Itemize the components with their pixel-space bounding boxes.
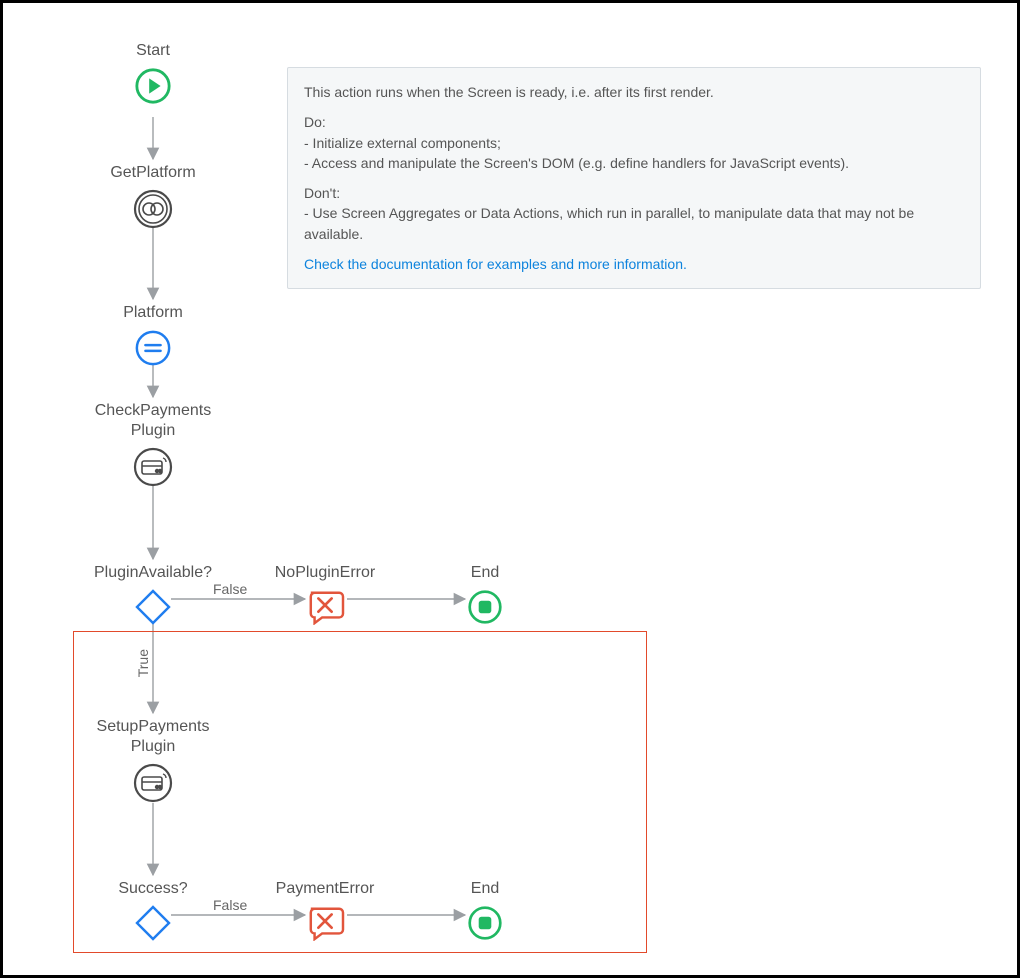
help-intro: This action runs when the Screen is read… xyxy=(304,82,964,102)
node-end-top[interactable]: End xyxy=(455,563,515,625)
help-dont-item: - Use Screen Aggregates or Data Actions,… xyxy=(304,205,914,241)
node-label: Success? xyxy=(111,879,195,899)
decision-diamond-icon xyxy=(135,589,171,625)
overlap-circles-icon xyxy=(133,189,173,229)
node-end-bottom[interactable]: End xyxy=(455,879,515,941)
decision-diamond-icon xyxy=(135,905,171,941)
flow-canvas[interactable]: Start GetPlatform Platform xyxy=(3,3,1017,975)
node-label: End xyxy=(455,563,515,583)
error-message-icon xyxy=(305,589,345,625)
node-label: End xyxy=(455,879,515,899)
edge-label-false-2: False xyxy=(213,897,247,913)
edge-label-true: True xyxy=(135,649,151,677)
node-setup-payments-plugin[interactable]: SetupPayments Plugin xyxy=(83,717,223,803)
node-check-payments-plugin[interactable]: CheckPayments Plugin xyxy=(83,401,223,487)
card-circle-icon xyxy=(133,763,173,803)
node-label: CheckPayments Plugin xyxy=(83,401,223,441)
node-plugin-available[interactable]: PluginAvailable? xyxy=(85,563,221,625)
node-platform[interactable]: Platform xyxy=(103,303,203,367)
node-get-platform[interactable]: GetPlatform xyxy=(93,163,213,229)
help-dont-header: Don't: xyxy=(304,185,340,201)
edge-label-false-1: False xyxy=(213,581,247,597)
diagram-frame: Start GetPlatform Platform xyxy=(0,0,1020,978)
help-do-item: - Initialize external components; xyxy=(304,135,501,151)
node-label: GetPlatform xyxy=(93,163,213,183)
help-do-header: Do: xyxy=(304,114,326,130)
node-label: SetupPayments Plugin xyxy=(83,717,223,757)
node-label: Start xyxy=(113,41,193,61)
stop-circle-icon xyxy=(467,589,503,625)
stop-circle-icon xyxy=(467,905,503,941)
node-start[interactable]: Start xyxy=(113,41,193,105)
help-do-item: - Access and manipulate the Screen's DOM… xyxy=(304,155,849,171)
play-circle-icon xyxy=(134,67,172,105)
node-label: Platform xyxy=(103,303,203,323)
assign-circle-icon xyxy=(134,329,172,367)
card-circle-icon xyxy=(133,447,173,487)
node-success[interactable]: Success? xyxy=(111,879,195,941)
node-label: PluginAvailable? xyxy=(85,563,221,583)
node-payment-error[interactable]: PaymentError xyxy=(267,879,383,941)
node-label: PaymentError xyxy=(267,879,383,899)
help-panel: This action runs when the Screen is read… xyxy=(287,67,981,289)
node-label: NoPluginError xyxy=(265,563,385,583)
help-doc-link[interactable]: Check the documentation for examples and… xyxy=(304,256,687,272)
error-message-icon xyxy=(305,905,345,941)
node-no-plugin-error[interactable]: NoPluginError xyxy=(265,563,385,625)
